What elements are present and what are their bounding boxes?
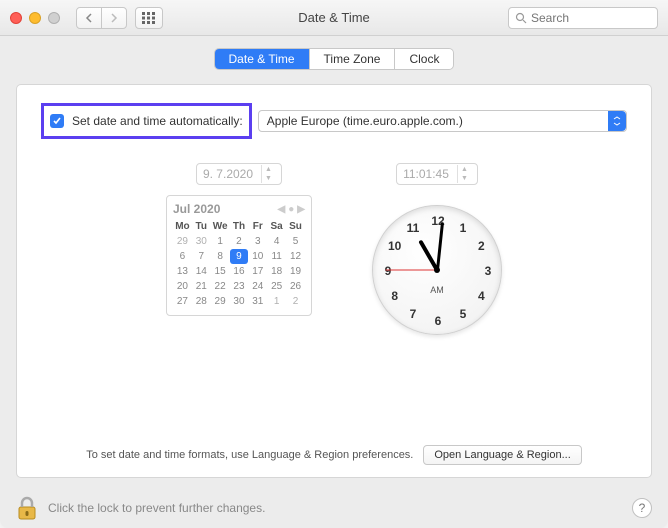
- search-field[interactable]: [508, 7, 658, 29]
- tab-date-time[interactable]: Date & Time: [215, 49, 310, 69]
- show-all-button[interactable]: [135, 7, 163, 29]
- clock-minute-hand: [436, 222, 444, 270]
- calendar-day[interactable]: 22: [211, 279, 230, 294]
- zoom-window-icon: [48, 12, 60, 24]
- calendar-day[interactable]: 29: [173, 234, 192, 249]
- calendar-weekday: Tu: [192, 219, 211, 234]
- calendar-day[interactable]: 12: [286, 249, 305, 264]
- auto-time-label: Set date and time automatically:: [72, 114, 243, 128]
- calendar-day[interactable]: 18: [267, 264, 286, 279]
- calendar-day[interactable]: 19: [286, 264, 305, 279]
- calendar-day[interactable]: 8: [211, 249, 230, 264]
- search-icon: [515, 12, 527, 24]
- analog-clock: 123456789101112 AM: [372, 205, 502, 335]
- auto-time-highlight: Set date and time automatically:: [41, 103, 252, 139]
- calendar-month-label: Jul 2020: [173, 202, 220, 216]
- calendar-prev-icon[interactable]: ◀: [278, 204, 286, 215]
- format-hint: To set date and time formats, use Langua…: [86, 449, 413, 461]
- calendar-day[interactable]: 10: [248, 249, 267, 264]
- calendar-day[interactable]: 4: [267, 234, 286, 249]
- calendar-day[interactable]: 15: [211, 264, 230, 279]
- time-server-value: Apple Europe (time.euro.apple.com.): [259, 114, 471, 128]
- calendar-weekday: Sa: [267, 219, 286, 234]
- calendar-day[interactable]: 26: [286, 279, 305, 294]
- calendar[interactable]: Jul 2020 ◀ ● ▶ MoTuWeThFrSaSu 2930123456…: [166, 195, 312, 316]
- calendar-day[interactable]: 20: [173, 279, 192, 294]
- preferences-panel: Set date and time automatically: Apple E…: [16, 84, 652, 478]
- back-button[interactable]: [76, 7, 102, 29]
- clock-numeral: 4: [478, 289, 485, 303]
- calendar-day[interactable]: 30: [230, 294, 249, 309]
- clock-numeral: 5: [460, 307, 467, 321]
- clock-numeral: 7: [410, 307, 417, 321]
- date-stepper-arrows[interactable]: ▲▼: [261, 165, 275, 183]
- date-value: 9. 7.2020: [203, 167, 253, 181]
- clock-numeral: 3: [485, 264, 492, 278]
- calendar-day[interactable]: 3: [248, 234, 267, 249]
- calendar-day[interactable]: 25: [267, 279, 286, 294]
- calendar-day[interactable]: 28: [192, 294, 211, 309]
- calendar-day[interactable]: 17: [248, 264, 267, 279]
- clock-second-hand: [385, 270, 437, 271]
- minimize-window-icon[interactable]: [29, 12, 41, 24]
- forward-button[interactable]: [101, 7, 127, 29]
- calendar-day[interactable]: 16: [230, 264, 249, 279]
- calendar-weekday: Fr: [248, 219, 267, 234]
- calendar-day[interactable]: 7: [192, 249, 211, 264]
- calendar-weekday: Th: [230, 219, 249, 234]
- titlebar: Date & Time: [0, 0, 668, 36]
- calendar-day[interactable]: 31: [248, 294, 267, 309]
- calendar-day[interactable]: 9: [230, 249, 249, 264]
- clock-numeral: 11: [407, 221, 420, 235]
- time-field[interactable]: 11:01:45 ▲▼: [396, 163, 478, 185]
- date-field[interactable]: 9. 7.2020 ▲▼: [196, 163, 282, 185]
- close-window-icon[interactable]: [10, 12, 22, 24]
- calendar-weekday: Mo: [173, 219, 192, 234]
- clock-numeral: 8: [391, 289, 398, 303]
- time-value: 11:01:45: [403, 167, 449, 181]
- calendar-day[interactable]: 29: [211, 294, 230, 309]
- calendar-day[interactable]: 11: [267, 249, 286, 264]
- clock-ampm: AM: [430, 285, 444, 295]
- tab-clock[interactable]: Clock: [395, 49, 453, 69]
- tab-time-zone[interactable]: Time Zone: [310, 49, 396, 69]
- lock-icon[interactable]: [16, 495, 38, 521]
- chevron-down-icon: [608, 111, 626, 131]
- time-server-select[interactable]: Apple Europe (time.euro.apple.com.): [258, 110, 627, 132]
- calendar-day[interactable]: 30: [192, 234, 211, 249]
- calendar-weekday: Su: [286, 219, 305, 234]
- clock-center-pin: [434, 267, 440, 273]
- tab-bar: Date & Time Time Zone Clock: [214, 48, 455, 70]
- calendar-weekday: We: [211, 219, 230, 234]
- calendar-day[interactable]: 21: [192, 279, 211, 294]
- calendar-day[interactable]: 14: [192, 264, 211, 279]
- auto-time-checkbox[interactable]: [50, 114, 64, 128]
- calendar-day[interactable]: 5: [286, 234, 305, 249]
- clock-numeral: 2: [478, 239, 485, 253]
- clock-numeral: 10: [388, 239, 401, 253]
- calendar-day[interactable]: 23: [230, 279, 249, 294]
- calendar-day[interactable]: 1: [211, 234, 230, 249]
- calendar-day[interactable]: 13: [173, 264, 192, 279]
- calendar-today-icon[interactable]: ●: [288, 204, 294, 215]
- lock-text: Click the lock to prevent further change…: [48, 501, 265, 515]
- traffic-lights: [10, 12, 60, 24]
- clock-numeral: 9: [385, 264, 392, 278]
- help-button[interactable]: ?: [632, 498, 652, 518]
- clock-numeral: 1: [460, 221, 467, 235]
- calendar-next-icon[interactable]: ▶: [297, 204, 305, 215]
- calendar-day[interactable]: 6: [173, 249, 192, 264]
- search-input[interactable]: [531, 11, 651, 25]
- calendar-day[interactable]: 1: [267, 294, 286, 309]
- calendar-day[interactable]: 2: [286, 294, 305, 309]
- calendar-day[interactable]: 2: [230, 234, 249, 249]
- open-language-region-button[interactable]: Open Language & Region...: [423, 445, 581, 465]
- clock-numeral: 6: [435, 314, 442, 328]
- calendar-day[interactable]: 24: [248, 279, 267, 294]
- time-stepper-arrows[interactable]: ▲▼: [457, 165, 471, 183]
- calendar-day[interactable]: 27: [173, 294, 192, 309]
